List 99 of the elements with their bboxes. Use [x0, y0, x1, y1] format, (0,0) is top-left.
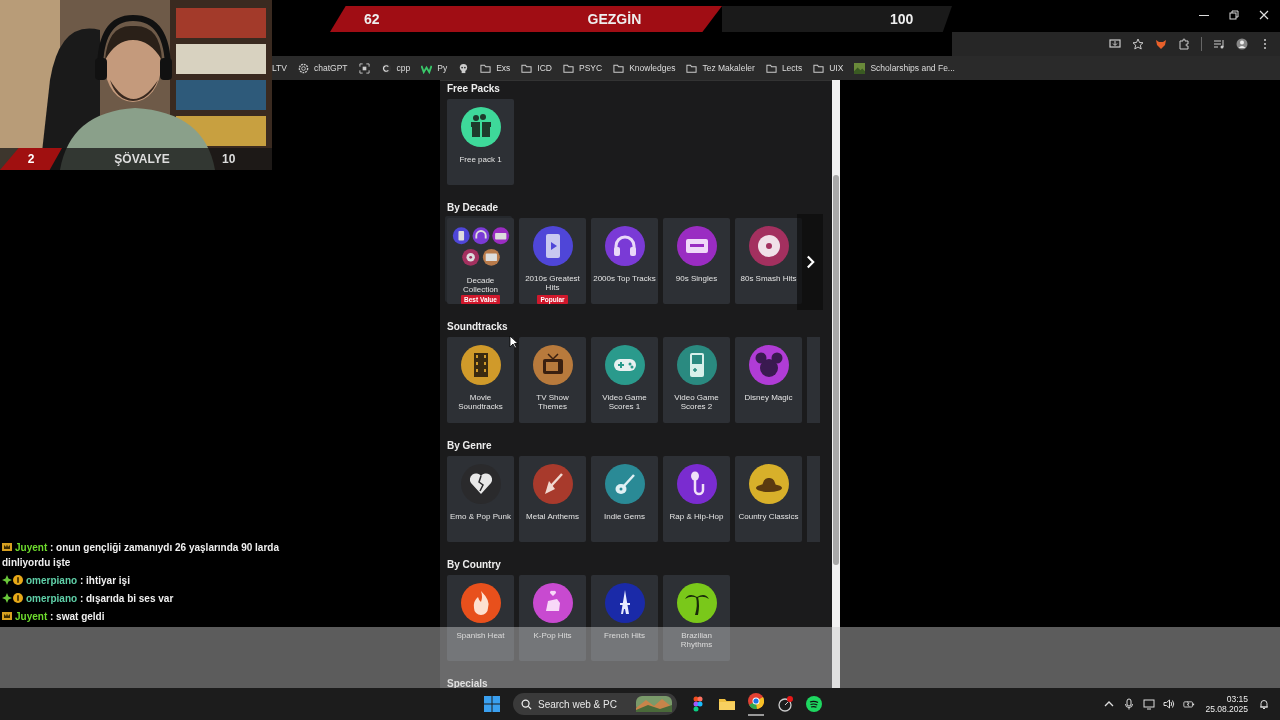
tv-icon: [532, 345, 573, 385]
headphones-icon: [604, 226, 645, 266]
bookmark[interactable]: ICD: [521, 62, 552, 74]
rank-max: 10: [222, 152, 237, 166]
pack-card[interactable]: 80s Smash Hits: [735, 218, 802, 304]
folder-icon: [521, 62, 533, 74]
rank-value: 2: [27, 152, 35, 166]
pack-card[interactable]: Movie Soundtracks: [447, 337, 514, 423]
flame-icon: [460, 583, 501, 623]
bookmark-icon-button[interactable]: [358, 62, 370, 74]
app-notification-icon[interactable]: [777, 696, 793, 712]
search-icon: [521, 698, 532, 710]
bookmark[interactable]: Tez Makaleler: [686, 62, 755, 74]
cassette-icon: [676, 226, 717, 266]
chat-message: omerpiano : ihtiyar işi: [2, 573, 292, 588]
image-icon: [854, 62, 866, 74]
score-target: 100: [890, 11, 914, 27]
taskbar-clock[interactable]: 03:15 25.08.2025: [1205, 694, 1248, 714]
section-title: Free Packs: [447, 83, 501, 95]
gift-icon: [460, 107, 501, 147]
subscriber-badge-icon: [2, 575, 24, 585]
pack-card[interactable]: Disney Magic: [735, 337, 802, 423]
taskbar-search-bar[interactable]: Search web & PC: [513, 693, 677, 715]
restore-icon[interactable]: [1229, 10, 1239, 20]
pack-card[interactable]: Video Game Scores 1: [591, 337, 658, 423]
bookmark[interactable]: Py: [421, 62, 448, 74]
media-queue-icon[interactable]: [1213, 38, 1225, 50]
chat-message: Juyent : onun gençliği zamanıydı 26 yaşlarında 90 larda dinliyordu işte: [2, 541, 280, 570]
folder-icon: [765, 62, 777, 74]
score-value: 62: [364, 11, 380, 27]
section-title: By Decade: [447, 202, 500, 214]
bookmark-icon-button[interactable]: [458, 62, 470, 74]
music-app-icon[interactable]: [806, 696, 822, 712]
section-title: By Country: [447, 559, 502, 571]
scrollbar[interactable]: [832, 80, 840, 688]
mouse-cursor-icon: [509, 335, 519, 349]
fox-extension-icon[interactable]: [1155, 38, 1167, 50]
level-title: GEZGİN: [587, 11, 642, 27]
rank-title: ŞÖVALYE: [113, 152, 171, 166]
crown-badge-icon: [2, 611, 12, 621]
pack-card[interactable]: Indie Gems: [591, 456, 658, 542]
bookmark[interactable]: LTV: [272, 63, 287, 73]
profile-avatar-icon[interactable]: [1236, 38, 1248, 50]
close-icon[interactable]: [1259, 10, 1269, 20]
section-title: By Genre: [447, 440, 493, 452]
pack-card[interactable]: Metal Anthems: [519, 456, 586, 542]
chat-message: omerpiano : dışarıda bi ses var: [2, 591, 292, 606]
pack-card[interactable]: Country Classics: [735, 456, 802, 542]
scrollbar-thumb[interactable]: [833, 175, 839, 565]
windows-start-icon[interactable]: [484, 696, 500, 712]
crown-badge-icon: [2, 542, 12, 552]
pack-card[interactable]: Emo & Pop Punk: [447, 456, 514, 542]
bookmark[interactable]: cpp: [380, 62, 411, 74]
folder-icon: [813, 62, 825, 74]
pack-card[interactable]: 90s Singles: [663, 218, 730, 304]
folder-icon: [562, 62, 574, 74]
volume-icon[interactable]: [1163, 698, 1176, 710]
browser-icon[interactable]: [748, 692, 764, 709]
tablet-icon: [532, 226, 573, 266]
bookmark[interactable]: Scholarships and Fe...: [854, 62, 955, 74]
subscriber-badge-icon: [2, 593, 24, 603]
folder-icon: [686, 62, 698, 74]
bookmark[interactable]: PSYC: [562, 62, 603, 74]
cowboy-hat-icon: [748, 464, 789, 504]
handheld-console-icon: [676, 345, 717, 385]
pack-card[interactable]: Brazilian Rhythms: [663, 575, 730, 661]
folder-icon: [480, 62, 492, 74]
film-strip-icon: [460, 345, 501, 385]
gear-icon: [297, 62, 309, 74]
section-title: Soundtracks: [447, 321, 509, 333]
chevron-right-icon: [805, 255, 815, 269]
battery-icon[interactable]: [1183, 698, 1196, 710]
bookmark[interactable]: chatGPT: [297, 62, 348, 74]
search-field[interactable]: Search web & PC: [538, 698, 630, 710]
pack-card[interactable]: Video Game Scores 2: [663, 337, 730, 423]
chat-message: Juyent : swat geldi: [2, 609, 292, 624]
bookmark[interactable]: Lects: [765, 62, 803, 74]
pack-card[interactable]: French Hits: [591, 575, 658, 661]
folder-icon: [613, 62, 625, 74]
extensions-icon[interactable]: [1178, 38, 1190, 50]
pack-card[interactable]: Rap & Hip-Hop: [663, 456, 730, 542]
pack-card[interactable]: TV Show Themes: [519, 337, 586, 423]
gamepad-icon: [604, 345, 645, 385]
c-logo-icon: [380, 62, 392, 74]
bookmark[interactable]: Exs: [480, 62, 511, 74]
install-app-icon[interactable]: [1109, 38, 1121, 50]
folder-icon[interactable]: [719, 696, 735, 712]
notification-bell-icon[interactable]: [1258, 698, 1270, 710]
skull-icon: [458, 62, 470, 74]
pack-card[interactable]: Free pack 1: [447, 99, 514, 185]
vinyl-record-icon: [748, 226, 789, 266]
mouse-ears-icon: [748, 345, 789, 385]
qr-code-icon: [358, 62, 370, 74]
star-icon[interactable]: [1132, 38, 1144, 50]
pack-card[interactable]: 2000s Top Tracks: [591, 218, 658, 304]
network-icon[interactable]: [1143, 698, 1156, 710]
tower-icon: [604, 583, 645, 623]
bookmark[interactable]: UIX: [813, 62, 844, 74]
bookmark[interactable]: Knowledges: [613, 62, 676, 74]
